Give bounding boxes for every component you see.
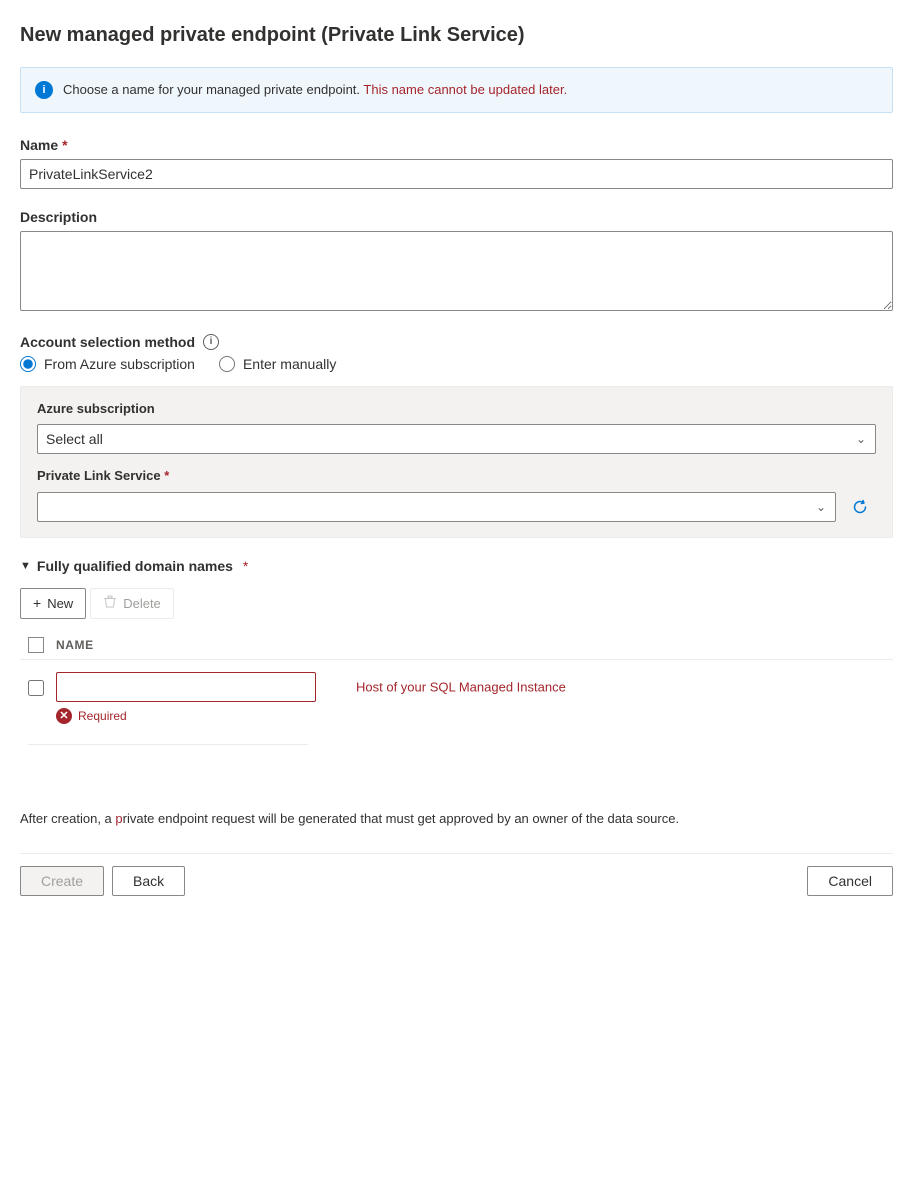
radio-enter-manually-label: Enter manually — [243, 356, 336, 372]
row-content: Host of your SQL Managed Instance ✕ Requ… — [56, 672, 885, 724]
account-selection-label: Account selection method i — [20, 334, 893, 350]
fqdn-section-header: ▼ Fully qualified domain names * — [20, 558, 893, 574]
fqdn-section-title: Fully qualified domain names — [37, 558, 233, 574]
footer-text: After creation, a private endpoint reque… — [20, 809, 893, 830]
action-bar-left: Create Back — [20, 866, 185, 896]
table-row-container: Host of your SQL Managed Instance ✕ Requ… — [20, 660, 893, 769]
account-selection-info-icon[interactable]: i — [203, 334, 219, 350]
fqdn-row-input[interactable] — [56, 672, 316, 702]
trash-icon — [103, 595, 117, 612]
private-link-select-wrapper: ⌄ — [37, 492, 836, 522]
account-selection-group: Account selection method i From Azure su… — [20, 334, 893, 538]
table-row: Host of your SQL Managed Instance ✕ Requ… — [28, 668, 885, 728]
name-label: Name * — [20, 137, 893, 153]
info-banner-text: Choose a name for your managed private e… — [63, 80, 567, 100]
name-input[interactable] — [20, 159, 893, 189]
radio-enter-manually[interactable]: Enter manually — [219, 356, 336, 372]
description-field-group: Description — [20, 209, 893, 314]
required-error-text: Required — [78, 709, 127, 723]
info-icon: i — [35, 81, 53, 99]
fqdn-toolbar: + New Delete — [20, 588, 893, 619]
private-link-select[interactable] — [37, 492, 836, 522]
radio-enter-manually-input[interactable] — [219, 356, 235, 372]
cancel-button[interactable]: Cancel — [807, 866, 893, 896]
private-link-section: Private Link Service * ⌄ — [37, 468, 876, 523]
refresh-icon — [851, 498, 869, 516]
radio-from-azure-label: From Azure subscription — [44, 356, 195, 372]
table-header: NAME — [20, 631, 893, 660]
private-link-select-row: ⌄ — [37, 491, 876, 523]
required-error: ✕ Required — [56, 708, 885, 724]
radio-group: From Azure subscription Enter manually — [20, 356, 893, 372]
page-title: New managed private endpoint (Private Li… — [20, 24, 893, 47]
subscription-label: Azure subscription — [37, 401, 876, 416]
row-separator — [28, 744, 308, 745]
name-required-star: * — [62, 137, 67, 153]
new-button-label: New — [47, 596, 73, 611]
radio-from-azure-input[interactable] — [20, 356, 36, 372]
delete-button[interactable]: Delete — [90, 588, 174, 619]
row-checkbox[interactable] — [28, 680, 44, 696]
action-bar: Create Back Cancel — [20, 853, 893, 908]
name-field-group: Name * — [20, 137, 893, 189]
description-input[interactable] — [20, 231, 893, 311]
radio-from-azure[interactable]: From Azure subscription — [20, 356, 195, 372]
subscription-section: Azure subscription Select all ⌄ Private … — [20, 386, 893, 538]
fqdn-section: ▼ Fully qualified domain names * + New D… — [20, 558, 893, 769]
refresh-button[interactable] — [844, 491, 876, 523]
info-banner: i Choose a name for your managed private… — [20, 67, 893, 113]
description-label: Description — [20, 209, 893, 225]
subscription-select-wrapper: Select all ⌄ — [37, 424, 876, 454]
error-icon: ✕ — [56, 708, 72, 724]
private-link-required-star: * — [161, 468, 170, 483]
subscription-select[interactable]: Select all — [37, 424, 876, 454]
plus-icon: + — [33, 595, 41, 611]
create-button[interactable]: Create — [20, 866, 104, 896]
new-button[interactable]: + New — [20, 588, 86, 619]
delete-button-label: Delete — [123, 596, 161, 611]
table-col-name-header: NAME — [56, 638, 94, 652]
row-hint: Host of your SQL Managed Instance — [356, 679, 566, 694]
back-button[interactable]: Back — [112, 866, 185, 896]
header-checkbox[interactable] — [28, 637, 44, 653]
collapse-icon[interactable]: ▼ — [20, 560, 31, 572]
fqdn-required-star: * — [239, 558, 248, 574]
private-link-label: Private Link Service * — [37, 468, 876, 483]
